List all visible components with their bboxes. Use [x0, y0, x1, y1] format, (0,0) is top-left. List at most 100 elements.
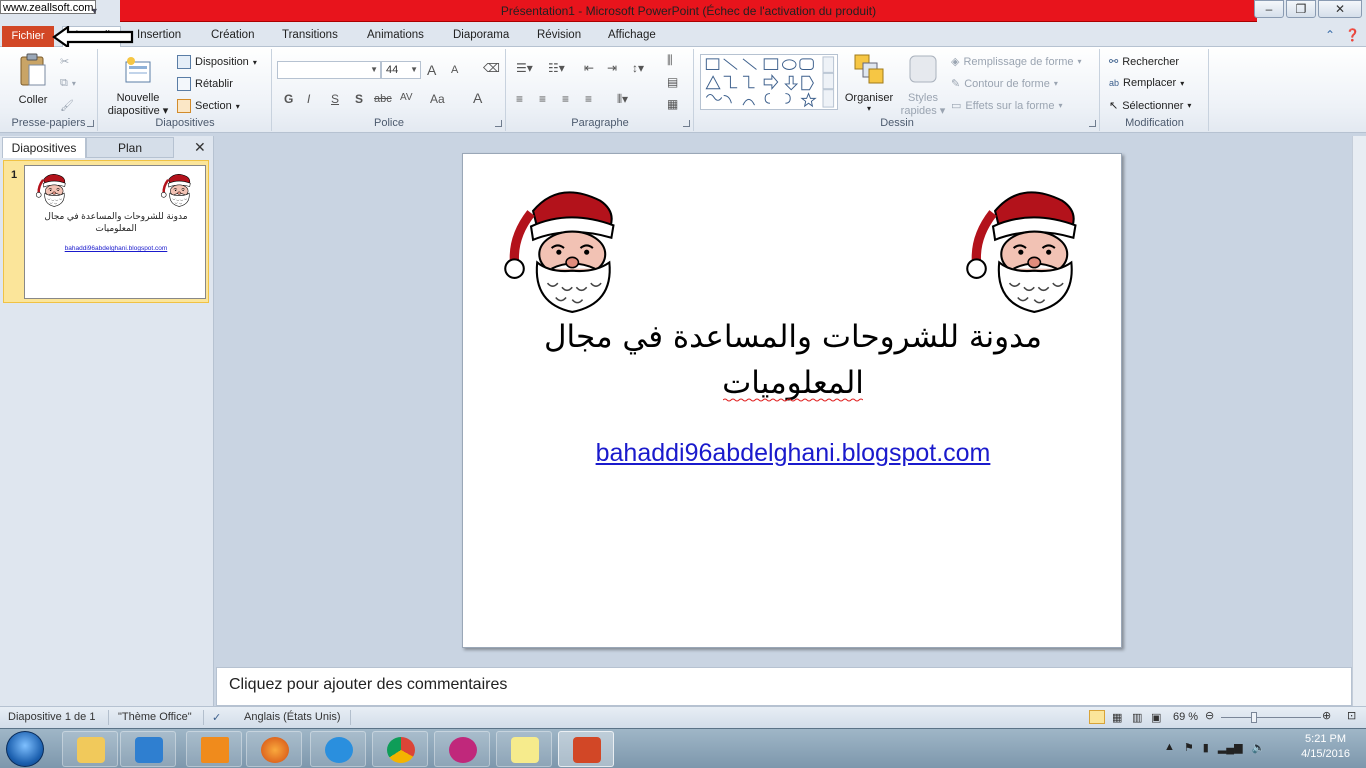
language-indicator[interactable]: Anglais (États Unis) — [244, 711, 341, 723]
slide-canvas[interactable]: مدونة للشروحات والمساعدة في مجال المعلوم… — [462, 153, 1122, 648]
close-pane-icon[interactable]: ✕ — [194, 139, 206, 156]
tab-slideshow[interactable]: Diaporama — [453, 29, 509, 41]
font-size-combo[interactable]: 44 ▼ — [381, 61, 421, 79]
bold-button[interactable]: G — [284, 92, 293, 106]
font-name-combo[interactable]: ▼ — [277, 61, 381, 79]
shadow-button[interactable]: S — [355, 92, 363, 106]
decrease-indent-icon[interactable]: ⇤ — [584, 61, 594, 75]
new-slide-button[interactable]: Nouvelle diapositive ▾ — [105, 55, 171, 117]
network-icon[interactable]: ▂▄▆ — [1218, 741, 1243, 754]
normal-view-icon[interactable] — [1089, 710, 1105, 724]
smartart-icon[interactable]: ▦ — [667, 97, 678, 111]
tab-design[interactable]: Création — [211, 29, 254, 41]
notes-pane[interactable]: Cliquez pour ajouter des commentaires — [216, 667, 1352, 706]
copy-button[interactable]: ⧉ ▾ — [60, 77, 76, 90]
reading-view-icon[interactable]: ▥ — [1132, 711, 1142, 724]
close-button[interactable]: ✕ — [1318, 0, 1362, 18]
zoom-level[interactable]: 69 % — [1173, 711, 1198, 723]
line-spacing-icon[interactable]: ↕▾ — [632, 61, 644, 75]
santa-image-left[interactable] — [501, 180, 627, 314]
fit-to-window-icon[interactable]: ⊡ — [1347, 709, 1356, 722]
clipboard-launcher-icon[interactable] — [87, 120, 94, 127]
char-spacing-button[interactable]: AV — [400, 92, 413, 103]
bullets-icon[interactable]: ☰▾ — [516, 61, 533, 75]
taskbar-app[interactable] — [434, 731, 490, 767]
spellcheck-icon[interactable]: ✓ — [212, 711, 221, 724]
paste-button[interactable]: Coller — [12, 53, 54, 106]
font-launcher-icon[interactable] — [495, 120, 502, 127]
action-center-icon[interactable]: ⚑ — [1184, 741, 1194, 754]
help-icon[interactable]: ❓ — [1345, 28, 1360, 42]
shape-effects-button[interactable]: ▭ Effets sur la forme ▾ — [951, 99, 1062, 113]
taskbar-vlc[interactable] — [186, 731, 242, 767]
taskbar-sticky-notes[interactable] — [496, 731, 552, 767]
minimize-button[interactable]: – — [1254, 0, 1284, 18]
layout-button[interactable]: Disposition ▾ — [177, 55, 257, 69]
show-hidden-icons-icon[interactable]: ▲ — [1164, 741, 1175, 754]
clock[interactable]: 5:21 PM 4/15/2016 — [1301, 732, 1350, 762]
customize-qat-icon[interactable]: ▾ — [92, 6, 97, 17]
tab-review[interactable]: Révision — [537, 29, 581, 41]
find-button[interactable]: ⚯ Rechercher — [1109, 55, 1179, 69]
taskbar-firefox[interactable] — [246, 731, 302, 767]
drawing-launcher-icon[interactable] — [1089, 120, 1096, 127]
quick-styles-button[interactable]: Styles rapides ▾ — [899, 53, 947, 117]
tab-view[interactable]: Affichage — [608, 29, 656, 41]
tab-slides-pane[interactable]: Diapositives — [2, 137, 86, 158]
slideshow-view-icon[interactable]: ▣ — [1151, 711, 1161, 724]
columns-icon[interactable]: ⫴▾ — [617, 92, 628, 107]
taskbar-internet-explorer[interactable] — [310, 731, 366, 767]
taskbar-chrome[interactable] — [372, 731, 428, 767]
replace-button[interactable]: ab Remplacer ▾ — [1109, 77, 1184, 89]
underline-button[interactable]: S — [331, 92, 339, 106]
taskbar-explorer[interactable] — [62, 731, 118, 767]
slide-thumbnail-selection[interactable]: 1 مدونة للشروحات والمساعدة في مجال المعل… — [3, 160, 209, 303]
increase-indent-icon[interactable]: ⇥ — [607, 61, 617, 75]
tab-animations[interactable]: Animations — [367, 29, 424, 41]
start-button[interactable] — [6, 731, 44, 767]
zoom-out-icon[interactable]: ⊖ — [1205, 709, 1214, 722]
align-left-icon[interactable]: ≡ — [516, 92, 523, 106]
minimize-ribbon-icon[interactable]: ⌃ — [1325, 28, 1335, 42]
italic-button[interactable]: I — [307, 92, 310, 106]
shapes-gallery[interactable] — [700, 54, 838, 110]
vertical-scrollbar[interactable] — [1352, 136, 1366, 706]
shape-fill-button[interactable]: ◈ Remplissage de forme ▾ — [951, 55, 1082, 69]
shrink-font-button[interactable]: A — [451, 64, 458, 76]
font-color-button[interactable]: A — [473, 90, 482, 106]
align-text-icon[interactable]: ▤ — [667, 75, 678, 89]
align-center-icon[interactable]: ≡ — [539, 92, 546, 106]
grow-font-button[interactable]: A — [427, 62, 436, 78]
santa-image-right[interactable] — [963, 180, 1089, 314]
select-button[interactable]: ↖ Sélectionner ▾ — [1109, 99, 1191, 113]
slide-title[interactable]: مدونة للشروحات والمساعدة في مجال المعلوم… — [543, 314, 1043, 406]
volume-icon[interactable]: 🔈 — [1252, 741, 1266, 754]
zoom-slider[interactable] — [1221, 717, 1321, 718]
strikethrough-button[interactable]: abc — [374, 93, 392, 105]
cut-button[interactable]: ✂ — [60, 55, 69, 68]
taskbar-powerpoint[interactable] — [558, 731, 614, 767]
align-right-icon[interactable]: ≡ — [562, 92, 569, 106]
theme-name[interactable]: "Thème Office" — [118, 711, 192, 723]
shape-outline-button[interactable]: ✎ Contour de forme ▾ — [951, 77, 1058, 91]
zoom-slider-thumb[interactable] — [1251, 712, 1257, 723]
text-direction-icon[interactable]: ⫼ — [667, 53, 673, 68]
arrange-button[interactable]: Organiser ▾ — [841, 53, 897, 113]
tab-file[interactable]: Fichier — [2, 26, 54, 47]
device-icon[interactable]: ▮ — [1203, 741, 1209, 754]
tab-transitions[interactable]: Transitions — [282, 29, 338, 41]
section-button[interactable]: Section ▾ — [177, 99, 240, 113]
format-painter-button[interactable]: 🖌 — [60, 99, 74, 112]
paragraph-launcher-icon[interactable] — [683, 120, 690, 127]
slide-thumbnail[interactable]: مدونة للشروحات والمساعدة في مجال المعلوم… — [24, 165, 206, 299]
change-case-button[interactable]: Aa — [430, 92, 445, 106]
restore-button[interactable]: ❐ — [1286, 0, 1316, 18]
slide-sorter-icon[interactable]: ▦ — [1112, 711, 1122, 724]
reset-button[interactable]: Rétablir — [177, 77, 233, 91]
taskbar-media-player[interactable] — [120, 731, 176, 767]
tab-outline-pane[interactable]: Plan — [86, 137, 174, 158]
clear-format-icon[interactable]: ⌫ — [483, 61, 500, 75]
numbering-icon[interactable]: ☷▾ — [548, 61, 565, 75]
justify-icon[interactable]: ≡ — [585, 92, 592, 106]
zoom-in-icon[interactable]: ⊕ — [1322, 709, 1331, 722]
